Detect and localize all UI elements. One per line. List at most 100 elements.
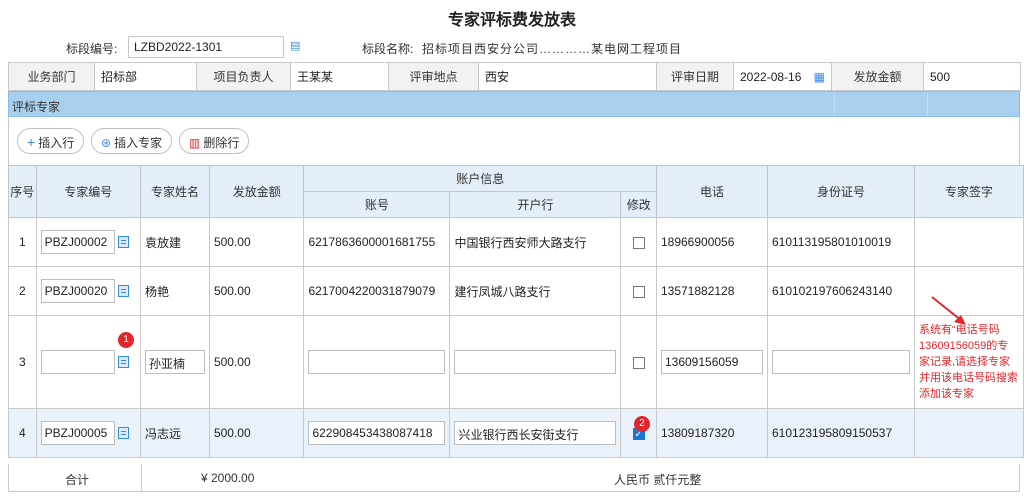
lookup-icon[interactable] bbox=[117, 356, 129, 368]
total-words: 人民币 贰仟元整 bbox=[614, 473, 702, 487]
bank-cell bbox=[449, 315, 622, 409]
table-row: 4 PBZJ00005 冯志远 500.00 62290845343808741… bbox=[8, 408, 1024, 458]
arrow-icon bbox=[931, 296, 966, 325]
expert-code-cell: PBZJ00002 bbox=[35, 217, 141, 267]
step-badge-2: 2 bbox=[634, 416, 650, 432]
bank-input[interactable] bbox=[454, 350, 617, 374]
owner-label: 项目负责人 bbox=[196, 62, 291, 91]
account-cell: 622908453438087418 bbox=[303, 408, 451, 458]
divider bbox=[834, 92, 835, 116]
meta-row: 标段编号: LZBD2022-1301 ▤ 标段名称: 招标项目西安分公司………… bbox=[0, 36, 1024, 58]
toolbar: + 插入行 ⊛ 插入专家 ▥ 删除行 bbox=[8, 117, 1020, 165]
bank-cell: 兴业银行西长安街支行 bbox=[449, 408, 622, 458]
insert-row-button[interactable]: + 插入行 bbox=[17, 128, 85, 154]
insert-expert-button[interactable]: ⊛ 插入专家 bbox=[91, 128, 173, 154]
place-label: 评审地点 bbox=[388, 62, 479, 91]
expert-code-input[interactable]: PBZJ00002 bbox=[40, 230, 115, 254]
expert-name: 冯志远 bbox=[139, 408, 210, 458]
total-row: 合计 ¥ 2000.00 人民币 贰仟元整 bbox=[8, 464, 1020, 492]
lookup-icon[interactable] bbox=[117, 285, 129, 297]
date-field[interactable]: 2022-08-16 ▦ bbox=[733, 62, 832, 91]
section-name-label: 标段名称: bbox=[362, 42, 414, 56]
date-label: 评审日期 bbox=[656, 62, 734, 91]
insert-row-label: 插入行 bbox=[38, 136, 75, 150]
expert-icon: ⊛ bbox=[101, 136, 112, 150]
total-label: 合计 bbox=[65, 473, 90, 487]
modify-checkbox[interactable] bbox=[632, 285, 645, 298]
dept-field[interactable]: 招标部 bbox=[94, 62, 197, 91]
lookup-icon[interactable] bbox=[117, 427, 129, 439]
modify-checkbox[interactable] bbox=[632, 236, 645, 249]
bank-cell[interactable]: 建行凤城八路支行 bbox=[449, 266, 622, 316]
amount-cell[interactable]: 500.00 bbox=[208, 315, 305, 409]
expert-code-cell: PBZJ00005 bbox=[35, 408, 141, 458]
section-title: 评标专家 bbox=[12, 100, 61, 114]
id-input[interactable] bbox=[771, 350, 910, 374]
signature-cell: 系统有“电话号码13609156059的专家记录,请选择专家并用该电话号码搜索添… bbox=[913, 315, 1024, 409]
row-seq: 4 bbox=[8, 408, 37, 458]
modify-checkbox[interactable] bbox=[632, 356, 645, 369]
col-account-info: 账户信息 bbox=[303, 165, 657, 192]
expert-code-input[interactable]: PBZJ00020 bbox=[40, 279, 115, 303]
phone-cell[interactable]: 18966900056 bbox=[655, 217, 768, 267]
calendar-icon[interactable]: ▦ bbox=[814, 70, 825, 84]
phone-input[interactable]: 13609156059 bbox=[660, 350, 763, 374]
col-amount: 发放金额 bbox=[208, 165, 305, 218]
expert-table: 序号 专家编号 专家姓名 发放金额 账户信息 电话 身份证号 专家签字 账号 开… bbox=[8, 165, 1024, 458]
account-cell bbox=[303, 315, 451, 409]
col-modify: 修改 bbox=[620, 191, 657, 218]
page-title: 专家评标费发放表 bbox=[447, 12, 576, 29]
section-code-field[interactable]: LZBD2022-1301 bbox=[128, 36, 284, 58]
section-name-value: 招标项目西安分公司…………某电网工程项目 bbox=[422, 42, 683, 56]
table-row: 2 PBZJ00020 杨艳 500.00 621700422003187907… bbox=[8, 266, 1024, 316]
bank-input[interactable]: 兴业银行西长安街支行 bbox=[454, 421, 617, 445]
account-cell[interactable]: 6217863600001681755 bbox=[303, 217, 451, 267]
id-cell[interactable]: 610113195801010019 bbox=[766, 217, 915, 267]
amount-cell[interactable]: 500.00 bbox=[208, 408, 305, 458]
section-code-label: 标段编号: bbox=[66, 42, 118, 56]
row-seq: 1 bbox=[8, 217, 37, 267]
dept-label: 业务部门 bbox=[8, 62, 95, 91]
account-input[interactable] bbox=[308, 350, 446, 374]
date-value: 2022-08-16 bbox=[740, 69, 802, 84]
table-row: 3 孙亚楠 500.00 13609156059 系统有“电话号码1360915… bbox=[8, 315, 1024, 409]
bank-cell[interactable]: 中国银行西安师大路支行 bbox=[449, 217, 622, 267]
place-field[interactable]: 西安 bbox=[478, 62, 657, 91]
section-bar: 评标专家 bbox=[8, 91, 1020, 117]
modify-cell bbox=[620, 217, 657, 267]
col-expert-code: 专家编号 bbox=[35, 165, 141, 218]
col-expert-name: 专家姓名 bbox=[139, 165, 210, 218]
expert-code-input[interactable] bbox=[40, 350, 115, 374]
phone-cell[interactable]: 13571882128 bbox=[655, 266, 768, 316]
id-cell[interactable]: 610102197606243140 bbox=[766, 266, 915, 316]
col-phone: 电话 bbox=[655, 165, 768, 218]
modify-cell bbox=[620, 315, 657, 409]
col-signature: 专家签字 bbox=[913, 165, 1024, 218]
amount-cell[interactable]: 500.00 bbox=[208, 217, 305, 267]
amount-cell[interactable]: 500.00 bbox=[208, 266, 305, 316]
amount-field[interactable]: 500 bbox=[923, 62, 1021, 91]
phone-cell: 13609156059 bbox=[655, 315, 768, 409]
delete-row-button[interactable]: ▥ 删除行 bbox=[179, 128, 250, 154]
divider bbox=[141, 464, 142, 491]
col-account-no: 账号 bbox=[303, 191, 451, 218]
account-input[interactable]: 622908453438087418 bbox=[308, 421, 446, 445]
divider bbox=[927, 92, 928, 116]
col-bank: 开户行 bbox=[449, 191, 622, 218]
modify-cell bbox=[620, 266, 657, 316]
lookup-icon[interactable] bbox=[117, 236, 129, 248]
owner-field[interactable]: 王某某 bbox=[290, 62, 389, 91]
col-id-no: 身份证号 bbox=[766, 165, 915, 218]
phone-cell[interactable]: 13809187320 bbox=[655, 408, 768, 458]
table-row: 1 PBZJ00002 袁放建 500.00 62178636000016817… bbox=[8, 217, 1024, 267]
row-seq: 2 bbox=[8, 266, 37, 316]
expert-name: 杨艳 bbox=[139, 266, 210, 316]
amount-label: 发放金额 bbox=[831, 62, 924, 91]
lookup-icon[interactable]: ▤ bbox=[290, 40, 302, 52]
account-cell[interactable]: 6217004220031879079 bbox=[303, 266, 451, 316]
id-cell[interactable]: 610123195809150537 bbox=[766, 408, 915, 458]
trash-icon: ▥ bbox=[189, 136, 201, 150]
expert-name-input[interactable]: 孙亚楠 bbox=[144, 350, 205, 374]
col-seq: 序号 bbox=[8, 165, 37, 218]
expert-code-input[interactable]: PBZJ00005 bbox=[40, 421, 115, 445]
